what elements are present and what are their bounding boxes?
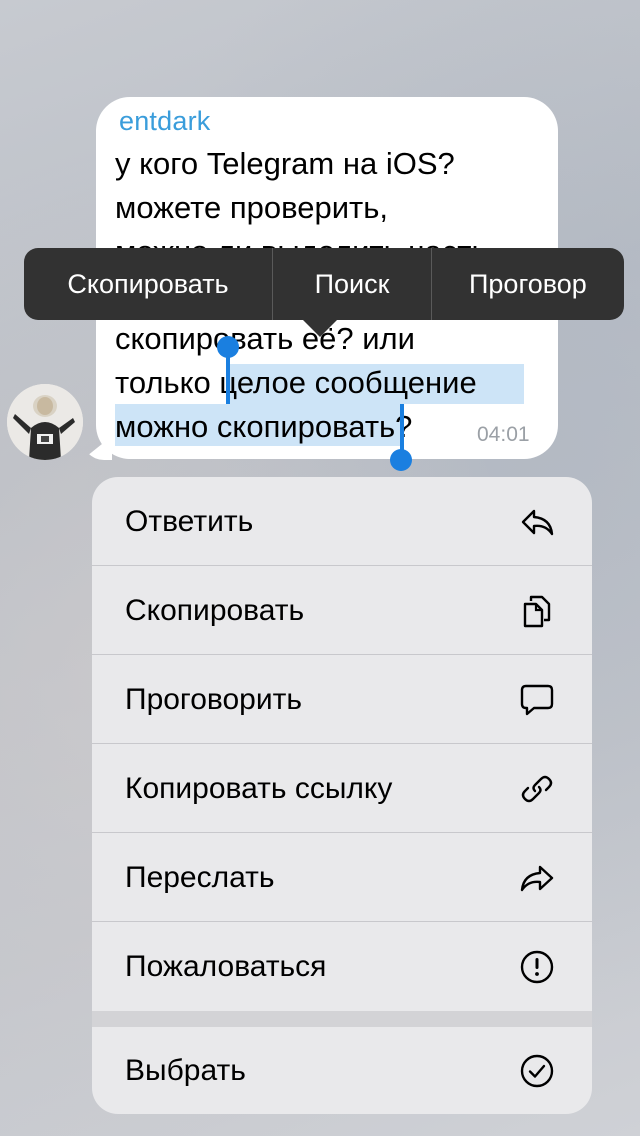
- forward-icon: [518, 859, 556, 897]
- menu-item-label: Пожаловаться: [125, 949, 327, 983]
- speech-bubble-icon: [518, 681, 556, 719]
- report-icon: [518, 948, 556, 986]
- copy-icon: [518, 592, 556, 630]
- menu-item-label: Проговорить: [125, 682, 302, 716]
- menu-item-speak[interactable]: Проговорить: [92, 655, 592, 744]
- menu-item-forward[interactable]: Переслать: [92, 833, 592, 922]
- toolbar-speak-button[interactable]: Проговор: [432, 248, 624, 320]
- reply-icon: [518, 503, 556, 541]
- menu-item-label: Скопировать: [125, 593, 305, 627]
- menu-item-report[interactable]: Пожаловаться: [92, 922, 592, 1011]
- sender-name[interactable]: entdark: [119, 106, 210, 137]
- link-icon: [518, 770, 556, 808]
- menu-item-label: Выбрать: [125, 1053, 246, 1087]
- menu-item-label: Копировать ссылку: [125, 771, 393, 805]
- menu-section-gap: [92, 1011, 592, 1027]
- message-text-line[interactable]: скопировать её? или: [115, 321, 415, 357]
- message-timestamp: 04:01: [477, 423, 530, 446]
- toolbar-search-button[interactable]: Поиск: [273, 248, 431, 320]
- avatar[interactable]: [7, 384, 83, 460]
- message-text-line[interactable]: только целое сообщение: [115, 365, 477, 401]
- checkmark-circle-icon: [518, 1052, 556, 1090]
- avatar-image: [7, 384, 83, 460]
- menu-item-reply[interactable]: Ответить: [92, 477, 592, 566]
- menu-item-label: Переслать: [125, 860, 275, 894]
- message-action-menu: Ответить Скопировать Проговорить Копиров…: [92, 477, 592, 1114]
- selection-start-caret: [226, 350, 230, 404]
- message-text-line[interactable]: можете проверить,: [115, 190, 388, 226]
- toolbar-copy-button[interactable]: Скопировать: [24, 248, 272, 320]
- message-text-line[interactable]: можно скопировать?: [115, 409, 412, 445]
- toolbar-pointer: [302, 319, 338, 337]
- menu-item-copy-link[interactable]: Копировать ссылку: [92, 744, 592, 833]
- menu-item-label: Ответить: [125, 504, 254, 538]
- text-selection-toolbar: Скопировать Поиск Проговор: [24, 248, 624, 320]
- menu-item-select[interactable]: Выбрать: [92, 1027, 592, 1114]
- message-text-line[interactable]: у кого Telegram на iOS?: [115, 146, 455, 182]
- menu-item-copy[interactable]: Скопировать: [92, 566, 592, 655]
- selection-end-handle[interactable]: [390, 449, 412, 471]
